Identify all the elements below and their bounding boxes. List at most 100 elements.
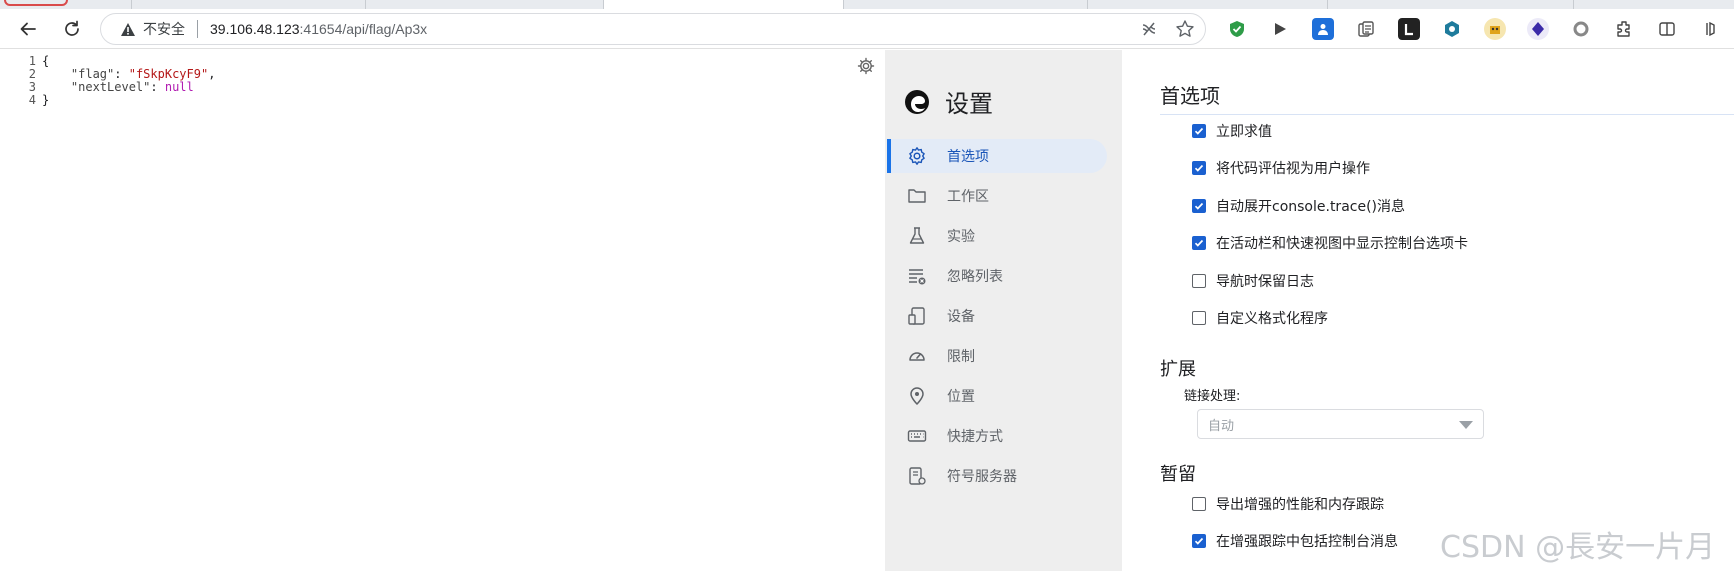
sidebar-item-label: 首选项 <box>947 149 989 165</box>
sidebar-item-label: 实验 <box>947 229 975 245</box>
link-handling-label: 链接处理: <box>1184 389 1241 404</box>
checkbox-include-console-messages[interactable]: 在增强跟踪中包括控制台消息 <box>1192 531 1398 551</box>
browser-toolbar: 不安全 39.106.48.123:41654/api/flag/Ap3x <box>0 9 1734 49</box>
throttle-icon <box>909 352 925 361</box>
browser-tab-active[interactable] <box>604 0 844 9</box>
checkbox-label: 自定义格式化程序 <box>1216 311 1328 327</box>
json-value-nextlevel: null <box>164 80 194 94</box>
checkbox-unchecked[interactable] <box>1192 311 1206 325</box>
viewer-settings-gear-icon[interactable] <box>857 57 875 75</box>
browser-tab[interactable] <box>844 0 1088 9</box>
sidebar-item-shortcuts[interactable]: 快捷方式 <box>887 419 1107 453</box>
split-screen-icon[interactable] <box>1656 18 1678 40</box>
checkbox-checked[interactable] <box>1192 161 1206 175</box>
sidebar-item-label: 符号服务器 <box>947 469 1017 485</box>
diamond-extension-icon[interactable] <box>1527 18 1549 40</box>
sidebar-item-ignore-list[interactable]: 忽略列表 <box>887 259 1107 293</box>
hexagon-extension-icon[interactable] <box>1441 18 1463 40</box>
json-value-flag: "fSkpKcyF9" <box>128 67 209 81</box>
circle-extension-icon[interactable] <box>1570 18 1592 40</box>
sidebar-item-label: 位置 <box>947 389 975 405</box>
devices-icon <box>908 307 925 325</box>
checkbox-unchecked[interactable] <box>1192 274 1206 288</box>
json-comma: , <box>208 67 216 81</box>
collections-extension-icon[interactable] <box>1355 18 1377 40</box>
folder-icon <box>908 189 926 203</box>
checkbox-label: 将代码评估视为用户操作 <box>1216 161 1370 177</box>
red-highlight-mark <box>4 0 68 6</box>
url-host: 39.106.48.123 <box>210 21 300 37</box>
checkbox-label: 导航时保留日志 <box>1216 274 1314 290</box>
checkbox-checked[interactable] <box>1192 124 1206 138</box>
back-button[interactable] <box>14 15 42 43</box>
checkbox-label: 自动展开console.trace()消息 <box>1216 199 1406 215</box>
json-key-flag: "flag" <box>70 67 115 81</box>
checkbox-preserve-log[interactable]: 导航时保留日志 <box>1192 271 1314 291</box>
tracking-prevention-icon[interactable] <box>1139 19 1159 42</box>
address-bar[interactable]: 不安全 39.106.48.123:41654/api/flag/Ap3x <box>100 13 1206 45</box>
heading-divider <box>1160 114 1734 115</box>
checkbox-label: 在增强跟踪中包括控制台消息 <box>1216 534 1398 550</box>
json-key-nextlevel: "nextLevel" <box>70 80 151 94</box>
gear-icon <box>909 147 925 165</box>
warning-triangle-icon[interactable] <box>119 21 137 37</box>
checkbox-checked[interactable] <box>1192 199 1206 213</box>
browser-tab[interactable] <box>132 0 366 9</box>
checkbox-export-enhanced-traces[interactable]: 导出增强的性能和内存跟踪 <box>1192 494 1384 514</box>
extensions-heading: 扩展 <box>1160 359 1196 380</box>
settings-header: 设置 <box>903 84 993 119</box>
browser-tab[interactable] <box>1328 0 1574 9</box>
checkbox-label: 在活动栏和快速视图中显示控制台选项卡 <box>1216 236 1468 252</box>
checkbox-label: 导出增强的性能和内存跟踪 <box>1216 497 1384 513</box>
json-brace-open: { <box>42 54 50 68</box>
checkbox-expand-console-trace[interactable]: 自动展开console.trace()消息 <box>1192 196 1405 216</box>
persistence-heading: 暂留 <box>1160 464 1196 485</box>
url-path: :41654/api/flag/Ap3x <box>299 21 428 37</box>
select-value: 自动 <box>1208 418 1235 434</box>
browser-tab[interactable] <box>366 0 604 9</box>
shield-extension-icon[interactable] <box>1226 18 1248 40</box>
flask-icon <box>909 227 925 244</box>
reload-button[interactable] <box>58 15 86 43</box>
checkbox-show-console-tab[interactable]: 在活动栏和快速视图中显示控制台选项卡 <box>1192 233 1468 253</box>
checkbox-treat-code-evaluation[interactable]: 将代码评估视为用户操作 <box>1192 158 1370 178</box>
sidebar-item-experiments[interactable]: 实验 <box>887 219 1107 253</box>
preferences-heading: 首选项 <box>1160 84 1220 108</box>
back-arrow-icon <box>20 22 36 36</box>
checkbox-checked[interactable] <box>1192 236 1206 250</box>
checkbox-custom-formatters[interactable]: 自定义格式化程序 <box>1192 308 1328 328</box>
address-divider <box>197 20 198 38</box>
user-extension-icon[interactable] <box>1312 18 1334 40</box>
checkbox-eager-evaluation[interactable]: 立即求值 <box>1192 121 1272 141</box>
puzzle-extensions-icon[interactable] <box>1613 18 1635 40</box>
browser-tab[interactable] <box>70 0 132 9</box>
link-handling-select[interactable]: 自动 <box>1197 409 1484 439</box>
checkbox-checked[interactable] <box>1192 534 1206 548</box>
sidebar-item-devices[interactable]: 设备 <box>887 299 1107 333</box>
checkbox-unchecked[interactable] <box>1192 497 1206 511</box>
json-line: 4} <box>0 94 49 107</box>
favorites-bar-icon[interactable] <box>1700 18 1722 40</box>
sidebar-item-label: 设备 <box>947 309 975 325</box>
watermark-text: CSDN @長安一片月 <box>1440 530 1716 565</box>
mascot-extension-icon[interactable] <box>1484 18 1506 40</box>
sidebar-item-throttling[interactable]: 限制 <box>887 339 1107 373</box>
chevron-down-icon <box>1459 421 1473 429</box>
sidebar-item-preferences[interactable]: 首选项 <box>887 139 1107 173</box>
ignore-list-icon <box>909 269 926 285</box>
play-extension-icon[interactable] <box>1269 18 1291 40</box>
line-number: 4 <box>28 93 36 107</box>
security-label[interactable]: 不安全 <box>143 19 185 39</box>
sidebar-item-label: 快捷方式 <box>947 429 1003 445</box>
sidebar-item-label: 忽略列表 <box>947 269 1003 285</box>
sidebar-item-symbol-server[interactable]: 符号服务器 <box>887 459 1107 493</box>
json-viewer[interactable]: 1{ 2 "flag": "fSkpKcyF9", 3 "nextLevel":… <box>0 50 885 571</box>
sidebar-item-label: 限制 <box>947 349 975 365</box>
letter-l-extension-icon[interactable] <box>1398 18 1420 40</box>
reload-icon <box>65 20 79 36</box>
browser-tab[interactable] <box>1088 0 1328 9</box>
sidebar-item-workspace[interactable]: 工作区 <box>887 179 1107 213</box>
favorite-star-icon[interactable] <box>1175 19 1195 42</box>
sidebar-item-locations[interactable]: 位置 <box>887 379 1107 413</box>
json-brace-close: } <box>42 93 50 107</box>
